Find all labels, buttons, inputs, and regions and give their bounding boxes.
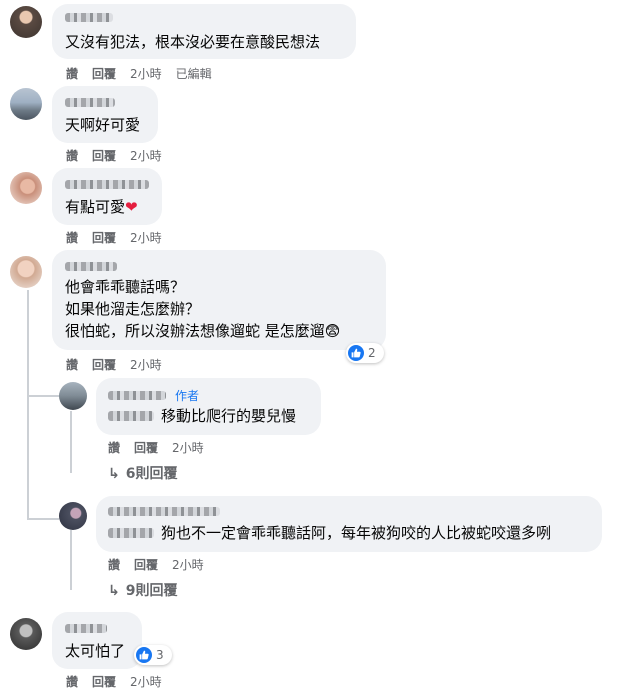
avatar[interactable]: [59, 382, 87, 410]
author-name-blurred[interactable]: [65, 13, 113, 22]
like-button[interactable]: 讚: [66, 67, 78, 81]
comment-bubble: 又沒有犯法，根本沒必要在意酸民想法: [52, 4, 356, 59]
comment-text: 太可怕了: [65, 642, 126, 660]
thread-branch: [27, 518, 59, 520]
timestamp[interactable]: 2小時: [130, 149, 162, 163]
comment-text-line: 他會乖乖聽話嗎？: [65, 278, 186, 296]
reply-actions: 讚回覆 2小時: [108, 556, 218, 573]
comment-bubble: 有點可愛❤: [52, 168, 162, 225]
like-button[interactable]: 讚: [66, 675, 78, 689]
timestamp[interactable]: 2小時: [172, 441, 204, 455]
text-blurred: [108, 411, 154, 421]
reply-button[interactable]: 回覆: [92, 231, 116, 245]
reaction-count: 2: [368, 346, 376, 360]
comment-text: 天啊好可愛: [65, 116, 141, 134]
avatar[interactable]: [10, 6, 42, 38]
avatar[interactable]: [10, 618, 42, 650]
reply-bubble: 狗也不一定會乖乖聽話阿，每年被狗咬的人比被蛇咬還多咧: [96, 496, 602, 552]
reply-button[interactable]: 回覆: [92, 67, 116, 81]
comment-text-line: 很怕蛇，所以沒辦法想像遛蛇 是怎麼遛😨: [65, 322, 341, 340]
reply-actions: 讚回覆 2小時: [108, 439, 218, 456]
avatar[interactable]: [10, 256, 42, 288]
text-blurred: [108, 528, 154, 538]
thread-line: [27, 290, 29, 520]
comment-text: 有點可愛❤: [65, 198, 138, 216]
reply-button[interactable]: 回覆: [92, 358, 116, 372]
comment-actions: 讚回覆 2小時 已編輯: [66, 65, 226, 82]
timestamp[interactable]: 2小時: [130, 231, 162, 245]
reaction-badge[interactable]: 2: [346, 343, 384, 363]
thread-branch: [27, 395, 59, 397]
timestamp[interactable]: 2小時: [172, 558, 204, 572]
comment-text: 又沒有犯法，根本沒必要在意酸民想法: [65, 33, 321, 51]
thumbs-up-icon: [136, 647, 152, 663]
comment-actions: 讚回覆 2小時: [66, 147, 176, 164]
comment-text-line: 如果他溜走怎麼辦？: [65, 300, 201, 318]
avatar[interactable]: [59, 502, 87, 530]
author-tag: 作者: [175, 389, 200, 403]
heart-emoji: ❤: [125, 198, 138, 216]
reply-thread-line: [70, 411, 72, 473]
view-more-replies-button[interactable]: ↳ 6則回覆: [108, 463, 177, 483]
like-button[interactable]: 讚: [66, 149, 78, 163]
avatar[interactable]: [10, 88, 42, 120]
avatar[interactable]: [10, 172, 42, 204]
view-more-replies-button[interactable]: ↳ 9則回覆: [108, 580, 177, 600]
author-name-blurred[interactable]: [65, 180, 149, 189]
thumbs-up-icon: [348, 345, 364, 361]
timestamp[interactable]: 2小時: [130, 358, 162, 372]
author-name-blurred[interactable]: [65, 624, 107, 633]
like-button[interactable]: 讚: [108, 558, 120, 572]
edited-label: 已編輯: [175, 67, 212, 81]
reply-button[interactable]: 回覆: [134, 558, 158, 572]
reply-text: 移動比爬行的嬰兒慢: [161, 407, 297, 425]
reply-button[interactable]: 回覆: [134, 441, 158, 455]
reply-bubble: 作者 移動比爬行的嬰兒慢: [96, 378, 321, 435]
author-name-blurred[interactable]: [108, 507, 220, 516]
reply-thread-line: [70, 530, 72, 590]
comment-bubble: 天啊好可愛: [52, 86, 158, 143]
comment-bubble: 太可怕了: [52, 612, 142, 669]
reaction-badge[interactable]: 3: [134, 645, 172, 665]
author-name-blurred[interactable]: [65, 98, 115, 107]
comment-bubble: 他會乖乖聽話嗎？ 如果他溜走怎麼辦？ 很怕蛇，所以沒辦法想像遛蛇 是怎麼遛😨: [52, 250, 386, 350]
timestamp[interactable]: 2小時: [130, 675, 162, 689]
fearful-emoji: 😨: [324, 322, 341, 340]
reaction-count: 3: [156, 648, 164, 662]
reply-arrow-icon: ↳: [108, 583, 120, 599]
author-name-blurred[interactable]: [65, 262, 117, 271]
reply-text: 狗也不一定會乖乖聽話阿，每年被狗咬的人比被蛇咬還多咧: [161, 524, 552, 542]
reply-arrow-icon: ↳: [108, 466, 120, 482]
reply-button[interactable]: 回覆: [92, 149, 116, 163]
comment-actions: 讚回覆 2小時: [66, 673, 176, 690]
timestamp[interactable]: 2小時: [130, 67, 162, 81]
like-button[interactable]: 讚: [108, 441, 120, 455]
reply-button[interactable]: 回覆: [92, 675, 116, 689]
author-name-blurred[interactable]: [108, 391, 166, 400]
comment-actions: 讚回覆 2小時: [66, 229, 176, 246]
like-button[interactable]: 讚: [66, 358, 78, 372]
like-button[interactable]: 讚: [66, 231, 78, 245]
comment-actions: 讚回覆 2小時: [66, 356, 176, 373]
